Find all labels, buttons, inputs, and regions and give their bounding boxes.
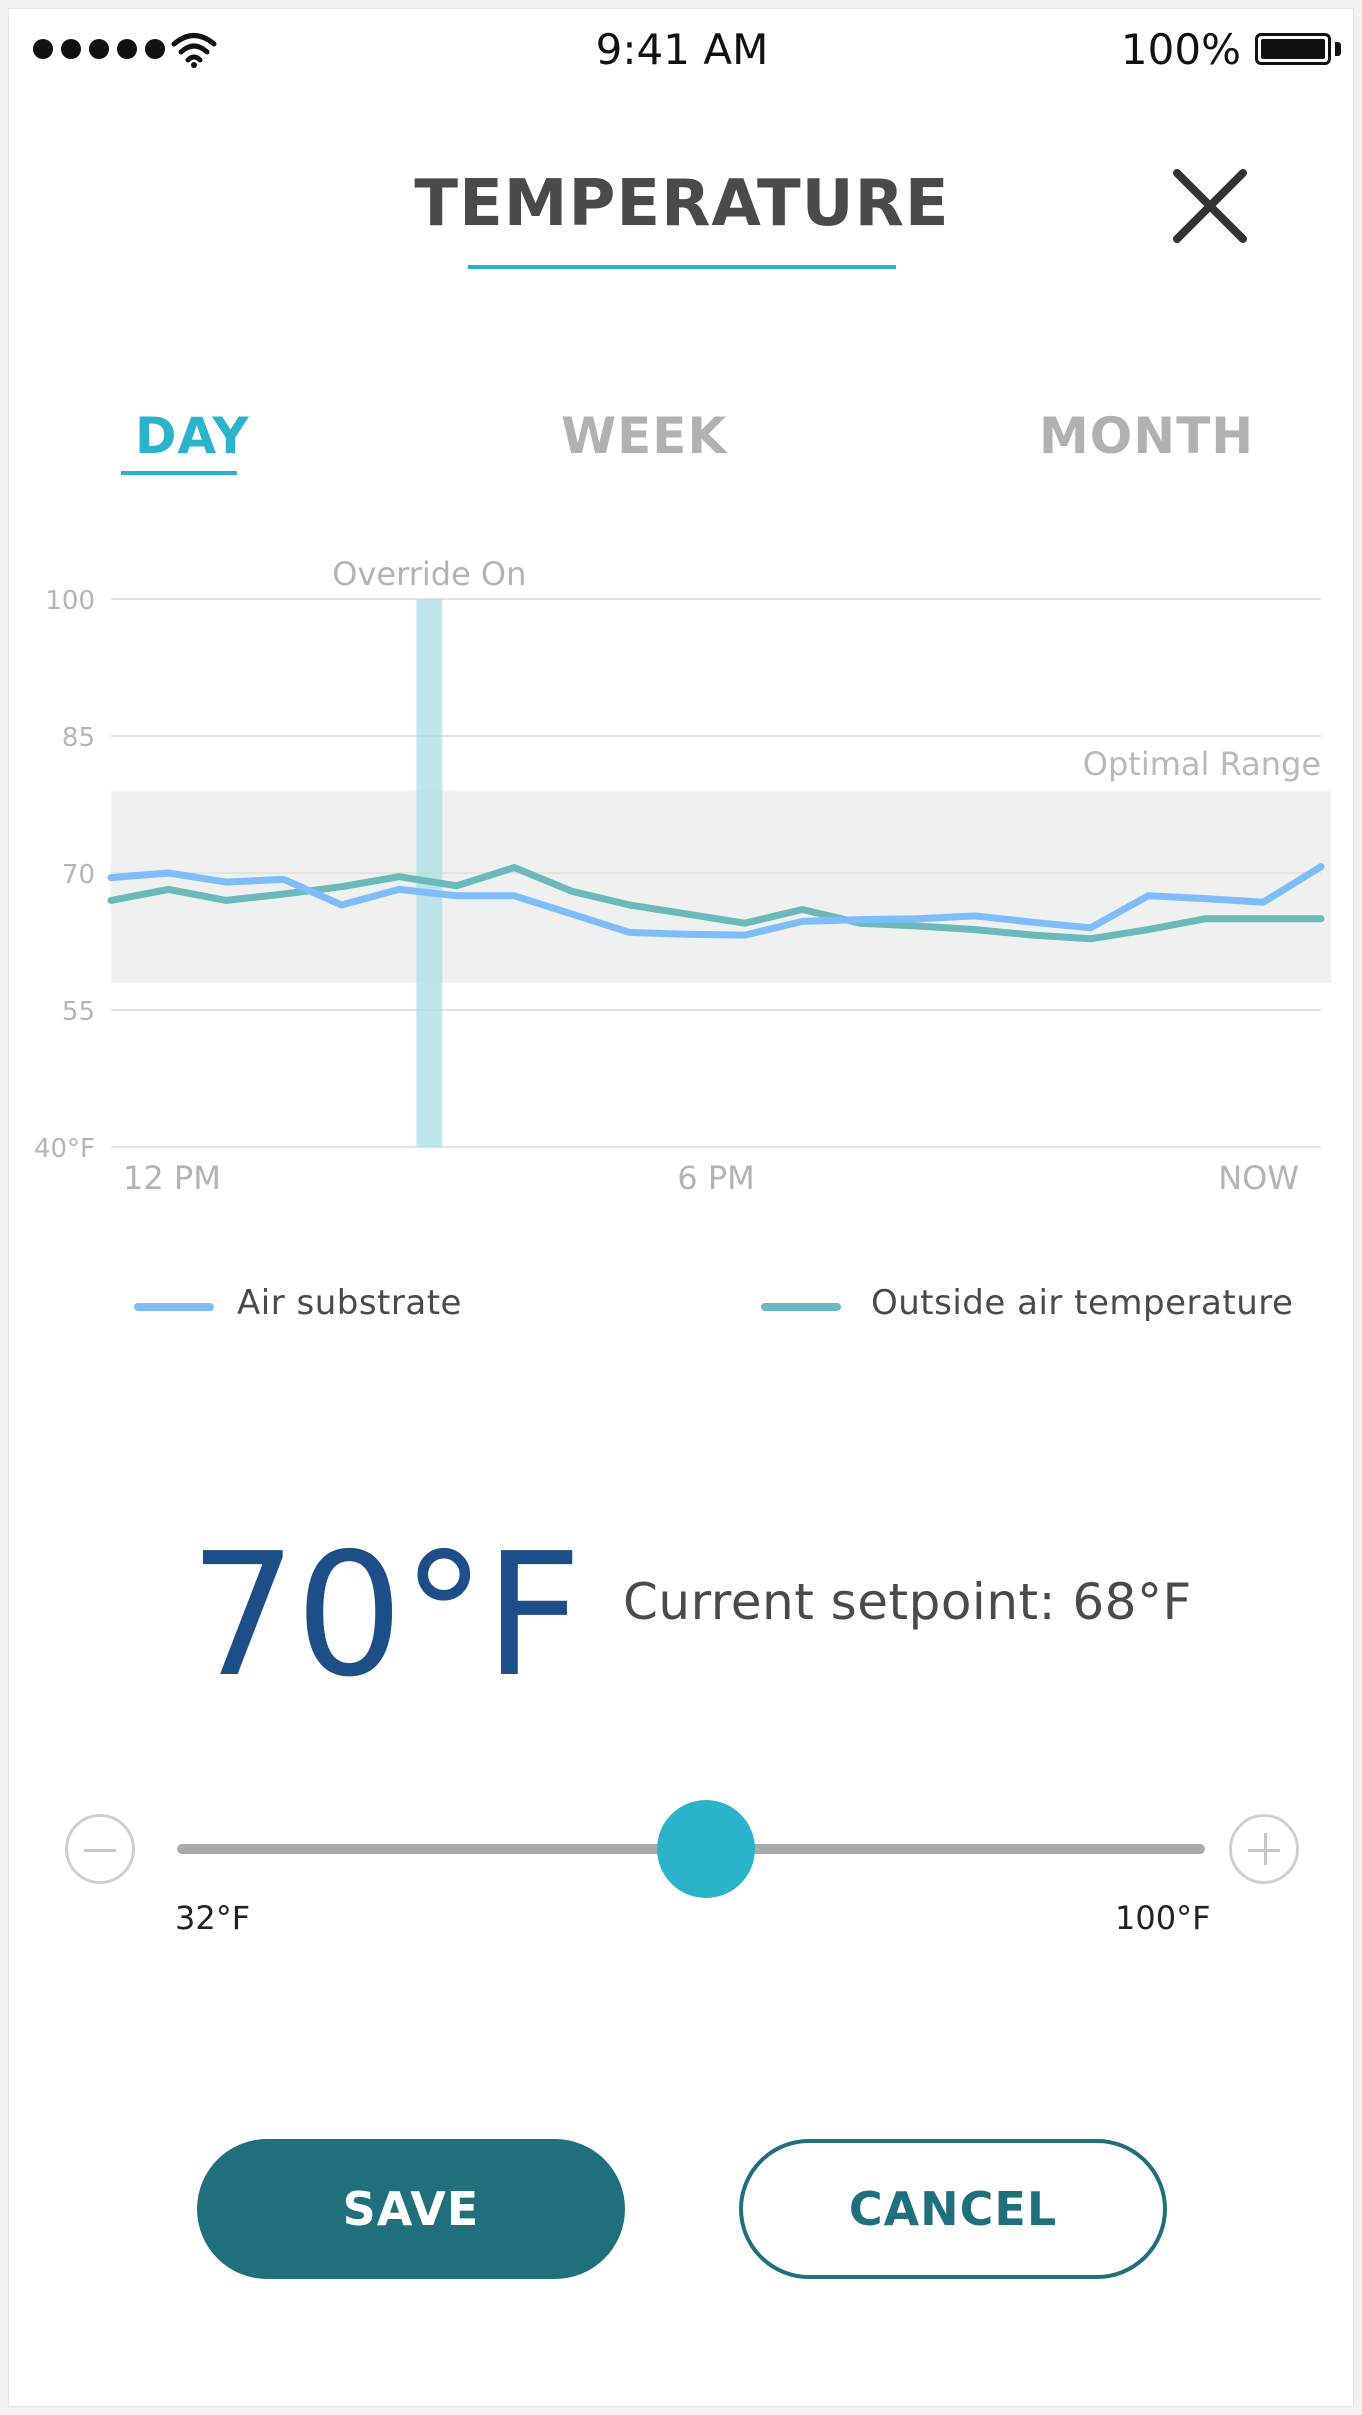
x-tick-label-0: 12 PM [123, 1159, 221, 1197]
x-tick-label-1: 6 PM [677, 1159, 754, 1197]
optimal-range-label: Optimal Range [1083, 745, 1321, 783]
y-tick-label-2: 70 [62, 860, 95, 890]
y-tick-label-3: 55 [62, 997, 95, 1027]
cancel-button[interactable]: CANCEL [739, 2139, 1167, 2279]
y-tick-label-4: 40°F [34, 1134, 95, 1164]
y-tick-label-1: 85 [62, 723, 95, 753]
override-label: Override On [332, 555, 526, 593]
app-screen: 9:41 AM 100% TEMPERATURE DAY WEEK MONTH … [8, 8, 1354, 2407]
battery-icon [1255, 33, 1331, 65]
battery-percent: 100% [1120, 25, 1241, 74]
legend-label-outside-air: Outside air temperature [871, 1283, 1294, 1323]
slider-max-label: 100°F [1115, 1899, 1211, 1937]
legend-swatch-outside-air [761, 1303, 841, 1311]
current-temperature: 70°F [189, 1517, 582, 1715]
tab-day[interactable]: DAY [135, 407, 250, 465]
plus-circle-icon[interactable] [1229, 1814, 1299, 1884]
tab-week[interactable]: WEEK [561, 407, 727, 465]
page-title: TEMPERATURE [414, 167, 950, 241]
tab-month[interactable]: MONTH [1039, 407, 1254, 465]
y-tick-label-0: 100 [45, 586, 95, 616]
current-setpoint: Current setpoint: 68°F [623, 1573, 1192, 1631]
close-icon[interactable] [1169, 165, 1251, 247]
save-button[interactable]: SAVE [197, 2139, 625, 2279]
slider-min-label: 32°F [175, 1899, 251, 1937]
x-tick-label-2: NOW [1218, 1159, 1299, 1197]
override-band [416, 599, 443, 1147]
minus-circle-icon[interactable] [65, 1814, 135, 1884]
battery-tip [1335, 42, 1341, 56]
status-bar: 9:41 AM 100% [9, 9, 1355, 89]
slider-thumb[interactable] [657, 1800, 756, 1898]
legend-swatch-air-substrate [134, 1303, 214, 1311]
tab-day-underline [121, 471, 237, 475]
temperature-chart: Optimal Range 100 85 70 55 40°F Override On 12 … [34, 555, 1331, 1197]
legend-label-air-substrate: Air substrate [237, 1283, 462, 1323]
title-underline [468, 265, 896, 269]
